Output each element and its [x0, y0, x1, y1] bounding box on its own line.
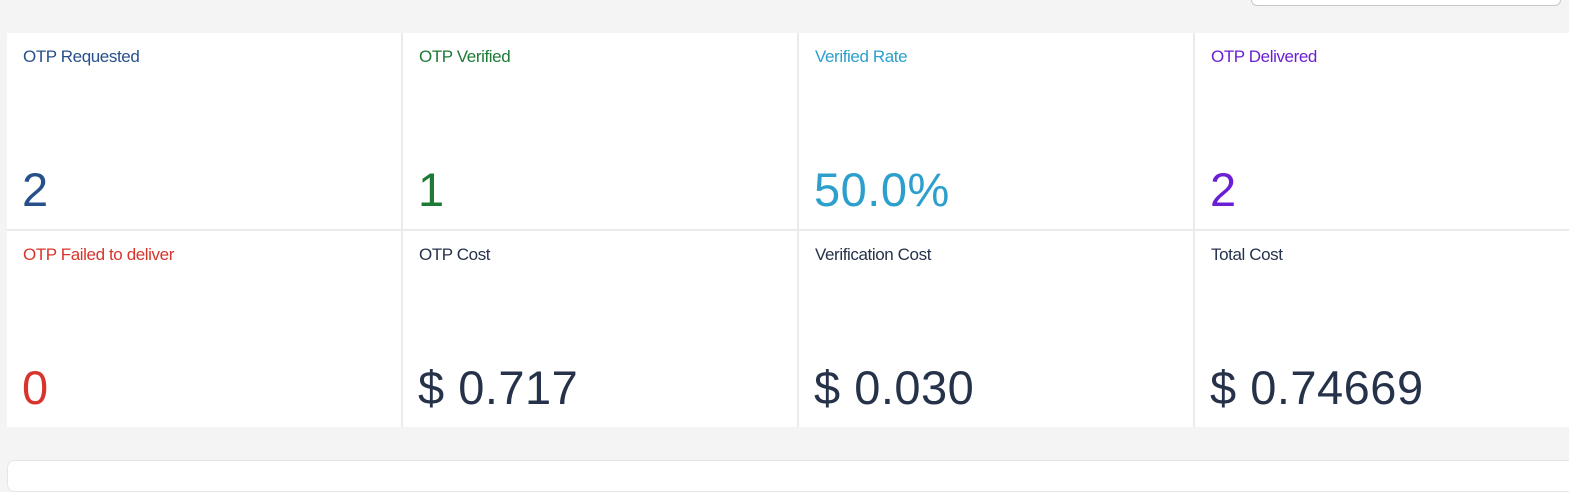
stat-label: Verification Cost: [815, 245, 932, 264]
stat-card-total-cost: Total Cost $ 0.74669: [1195, 231, 1569, 427]
stat-value: 2: [22, 163, 49, 216]
stat-card-otp-verified: OTP Verified 1: [403, 33, 797, 229]
stat-card-otp-requested: OTP Requested 2: [7, 33, 401, 229]
stat-label: OTP Delivered: [1211, 47, 1317, 66]
stat-card-otp-cost: OTP Cost $ 0.717: [403, 231, 797, 427]
stat-value: 1: [418, 163, 445, 216]
stat-value: $ 0.74669: [1210, 361, 1424, 414]
stat-value: 2: [1210, 163, 1237, 216]
bottom-panel: [7, 460, 1569, 492]
date-range-select[interactable]: [1251, 0, 1561, 6]
stat-label: OTP Verified: [419, 47, 511, 66]
stat-card-verification-cost: Verification Cost $ 0.030: [799, 231, 1193, 427]
stat-label: Verified Rate: [815, 47, 908, 66]
stat-label: OTP Requested: [23, 47, 140, 66]
stats-grid: OTP Requested 2 OTP Verified 1 Verified …: [7, 33, 1569, 427]
stat-label: Total Cost: [1211, 245, 1283, 264]
stat-value: 50.0%: [814, 163, 950, 216]
stat-value: $ 0.030: [814, 361, 975, 414]
stat-card-verified-rate: Verified Rate 50.0%: [799, 33, 1193, 229]
stat-card-otp-failed: OTP Failed to deliver 0: [7, 231, 401, 427]
stat-card-otp-delivered: OTP Delivered 2: [1195, 33, 1569, 229]
stat-label: OTP Cost: [419, 245, 491, 264]
stat-label: OTP Failed to deliver: [23, 245, 174, 264]
stat-value: $ 0.717: [418, 361, 579, 414]
stat-value: 0: [22, 361, 49, 414]
